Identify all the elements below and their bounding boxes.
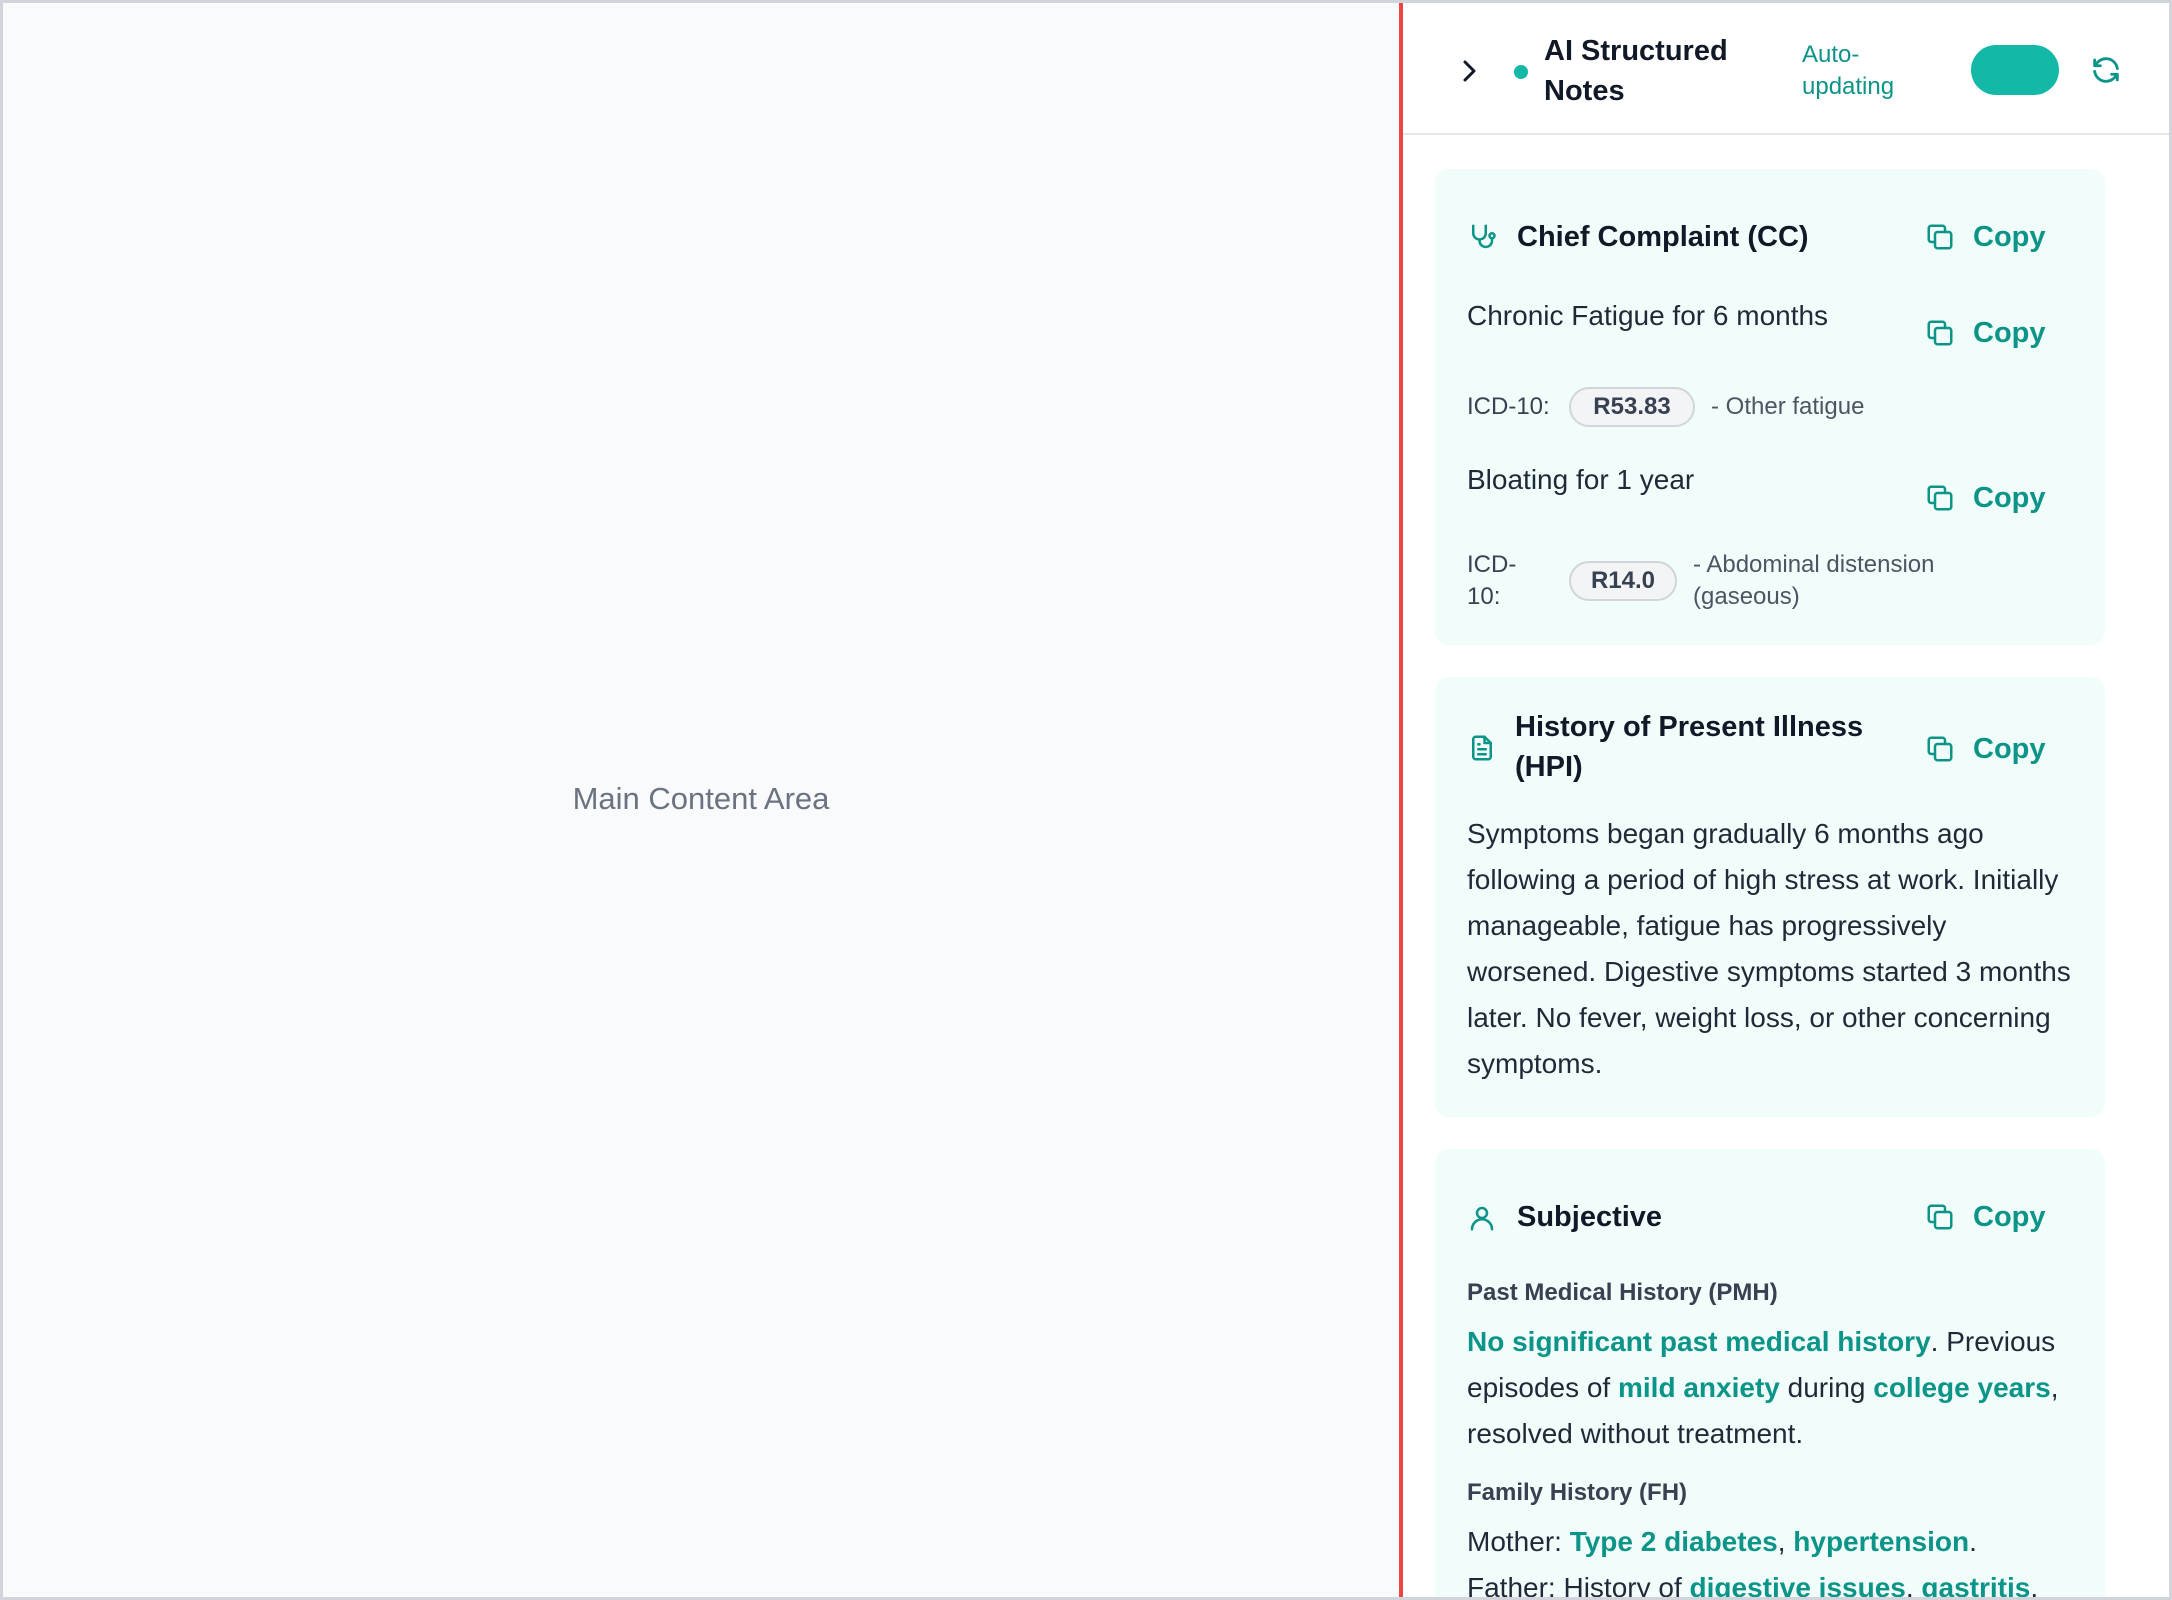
main-content-area: Main Content Area (3, 3, 1399, 1597)
fh-end: . (1969, 1526, 1977, 1557)
panel-header: AI Structured Notes Auto-updating (1403, 3, 2169, 135)
complaint-text: Bloating for 1 year (1467, 464, 1695, 495)
fh-father-label: Father: History of (1467, 1572, 1690, 1600)
subjective-title: Subjective (1517, 1201, 1663, 1233)
auto-update-toggle[interactable] (1971, 45, 2059, 95)
auto-updating-label: Auto-updating (1802, 41, 1895, 100)
fh-father: Father: History of digestive issues, gas… (1467, 1565, 2087, 1600)
pmh-text-part: during (1779, 1372, 1874, 1403)
pmh-highlight: college years (1873, 1372, 2051, 1403)
icd-label: ICD-10: (1467, 551, 1517, 610)
copy-icon (1927, 736, 1953, 762)
chevron-right-icon (1463, 60, 1476, 82)
pmh-highlight: mild anxiety (1618, 1372, 1780, 1403)
user-icon (1470, 1206, 1494, 1231)
icd-code-badge: R14.0 (1569, 561, 1677, 601)
copy-icon (1927, 224, 1953, 250)
icd-code-badge: R53.83 (1569, 387, 1695, 427)
copy-complaint-button[interactable]: Copy (1925, 313, 2065, 353)
fh-separator: , (1905, 1572, 1922, 1600)
status-dot-icon (1514, 65, 1528, 79)
fh-mother-label: Mother: (1467, 1526, 1570, 1557)
fh-highlight: hypertension (1793, 1526, 1970, 1557)
pmh-text: No significant past medical history. Pre… (1467, 1319, 2087, 1457)
subjective-card: Subjective Copy Past Medical History (PM… (1435, 1149, 2105, 1600)
copy-label: Copy (1973, 732, 2046, 765)
main-content-placeholder: Main Content Area (572, 781, 830, 816)
pmh-highlight: No significant past medical history (1467, 1326, 1931, 1357)
refresh-icon (2093, 57, 2119, 83)
refresh-button[interactable] (2089, 53, 2123, 87)
copy-label: Copy (1973, 220, 2046, 253)
hpi-title: History of Present Illness (HPI) (1515, 711, 1864, 783)
copy-label: Copy (1973, 1200, 2046, 1233)
fh-mother: Mother: Type 2 diabetes, hypertension. (1467, 1519, 2087, 1565)
app-window: Main Content Area AI Structured Notes Au… (0, 0, 2172, 1600)
chief-complaint-title: Chief Complaint (CC) (1517, 221, 1809, 253)
fh-end: . (2030, 1572, 2039, 1600)
copy-complaint-button[interactable]: Copy (1925, 478, 2065, 518)
complaint-text: Chronic Fatigue for 6 months (1467, 300, 1829, 331)
pmh-heading: Past Medical History (PMH) (1467, 1279, 1778, 1306)
copy-label: Copy (1973, 481, 2046, 514)
fh-highlight: gastritis (1921, 1572, 2031, 1600)
copy-icon (1927, 320, 1953, 346)
copy-label: Copy (1973, 316, 2046, 349)
collapse-panel-button[interactable] (1453, 55, 1485, 87)
copy-subjective-button[interactable]: Copy (1925, 1197, 2065, 1237)
copy-chief-complaint-button[interactable]: Copy (1925, 217, 2065, 257)
copy-icon (1927, 1204, 1953, 1230)
fh-heading: Family History (FH) (1467, 1479, 1688, 1506)
ai-notes-panel: AI Structured Notes Auto-updating Chief … (1403, 3, 2169, 1600)
fh-highlight: Type 2 diabetes (1569, 1526, 1778, 1557)
hpi-card: History of Present Illness (HPI) Copy Sy… (1435, 677, 2105, 1117)
copy-icon (1927, 485, 1953, 511)
copy-hpi-button[interactable]: Copy (1925, 729, 2065, 769)
icd-label: ICD-10: (1467, 393, 1550, 420)
fh-highlight: digestive issues (1689, 1572, 1906, 1600)
chief-complaint-card: Chief Complaint (CC) Copy Chronic Fatigu… (1435, 169, 2105, 645)
fh-separator: , (1777, 1526, 1794, 1557)
icd-description: - Other fatigue (1711, 393, 1865, 420)
icd-description: - Abdominal distension (gaseous) (1693, 551, 1935, 610)
stethoscope-icon (1472, 224, 1496, 249)
panel-title: AI Structured Notes (1544, 35, 1728, 107)
document-icon (1472, 735, 1492, 761)
hpi-text: Symptoms began gradually 6 months ago fo… (1467, 818, 2071, 1079)
